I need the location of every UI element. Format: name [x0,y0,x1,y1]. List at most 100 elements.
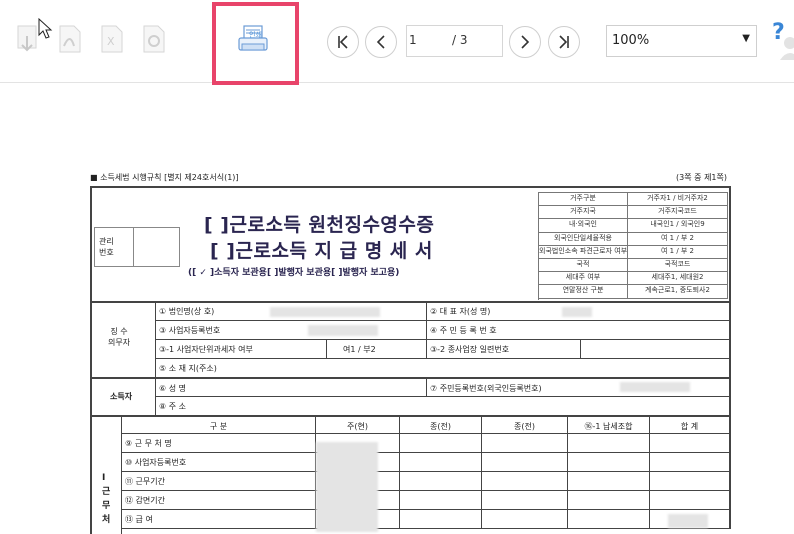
table-cell [482,434,568,453]
page-indicator[interactable]: 1 / 3 [406,25,503,57]
table-header-label: 주(현) [347,422,368,431]
table-row-label: ⑩ 사업자등록번호 [125,458,187,467]
resident-info-label: 세대주 여부 [539,272,628,286]
chevron-right-icon [521,35,530,49]
table-cell [482,472,568,491]
table-cell [568,472,650,491]
table-header-cell: 합 계 [650,416,731,434]
resident-no-cell: ④ 주 민 등 록 번 호 [427,321,731,340]
table-cell [400,453,482,472]
resident-info-value: 여 1 / 부 2 [628,232,728,246]
mgmt-number-label: 관리 번호 [99,237,114,257]
page-of-pages: (3쪽 중 제1쪽) [676,173,727,182]
table-row-label: ⑨ 근 무 처 명 [125,439,172,448]
earner-label-cell: 소득자 [90,378,156,416]
earner-id-label: ⑦ 주민등록번호(외국인등록번호) [430,384,542,393]
table-header-label: 종(전) [514,422,535,431]
resident-info-value: 여 1 / 부 2 [628,245,728,259]
earner-address-cell: ⑧ 주 소 [156,397,731,416]
viewer-toolbar: X 인쇄 1 / 3 100% ▼ ? [0,0,794,85]
table-row-label: ⑪ 근무기간 [125,477,165,486]
earner-id-redacted [620,382,690,392]
table-cell [482,510,568,529]
pdf-icon[interactable] [56,22,86,60]
last-page-icon [559,35,569,49]
withholder-label: 징 수 의무자 [108,327,131,347]
hwp-icon[interactable] [140,22,170,60]
table-row-label-cell: ⑪ 근무기간 [122,472,316,491]
resident-info-label: 외국법인소속 파견근로자 여부 [539,245,628,259]
earner-label: 소득자 [110,392,133,401]
chevron-left-icon [376,35,385,49]
resident-info-value: 거주지국코드 [628,206,728,220]
earner-address-label: ⑧ 주 소 [159,402,186,411]
current-page-input[interactable]: 1 [409,33,417,47]
zoom-select[interactable]: 100% ▼ [606,25,757,57]
excel-icon[interactable]: X [98,22,128,60]
table-cell [482,453,568,472]
table-cell [400,472,482,491]
zoom-value: 100% [612,33,650,48]
table-header-cell: 구 분 [122,416,316,434]
corp-name-label: ① 법인명(상 호) [159,307,215,316]
unit-tax-cell: ③-1 사업자단위과세자 여부 [156,340,327,359]
first-page-button[interactable] [327,26,359,58]
earner-name-cell: ⑥ 성 명 [156,378,427,397]
biz-reg-redacted [308,325,378,336]
form-title-1: [ ]근로소득 원천징수영수증 [204,214,435,236]
branch-serial-value-cell [581,340,731,359]
resident-info-value: 내국인1 / 외국인9 [628,219,728,233]
copy-type-selector: ([ ✓ ]소득자 보관용[ ]발행자 보관용[ ]발행자 보고용) [188,268,400,278]
resident-info-label: 거주구분 [539,193,628,207]
resident-info-grid: 거주구분 거주자1 / 비거주자2 거주지국 거주지국코드 내·외국인 내국인1 / 외국… [538,192,728,300]
ceo-name-label: ② 대 표 자(성 명) [430,307,491,316]
document-page: ■ 소득세법 시행규칙 [별지 제24호서식(1)] (3쪽 중 제1쪽) 관리… [90,170,731,534]
unit-tax-label: ③-1 사업자단위과세자 여부 [159,345,253,354]
user-icon[interactable] [778,34,794,64]
corp-name-redacted [270,307,380,317]
print-highlight-box [212,2,299,85]
svg-text:X: X [107,35,115,48]
form-title-2: [ ]근로소득 지 급 명 세 서 [210,240,433,262]
resident-info-value: 국적코드 [628,259,728,273]
resident-info-label: 국적 [539,259,628,273]
table-header-cell: 종(전) [482,416,568,434]
dropdown-arrow-icon: ▼ [742,33,750,44]
table-row-label-cell: ⑨ 근 무 처 명 [122,434,316,453]
resident-info-label: 외국인단일세율적용 [539,232,628,246]
next-page-button[interactable] [509,26,541,58]
resident-info-value: 세대주1, 세대원2 [628,272,728,286]
table-row-label: ⑫ 감면기간 [125,496,165,505]
table-header-label: 종(전) [430,422,451,431]
table-cell [650,491,731,510]
ceo-name-redacted [562,307,592,317]
table-cell [568,491,650,510]
table-header-label: 합 계 [680,422,699,431]
table-cell [400,510,482,529]
branch-serial-cell: ③-2 종사업장 일련번호 [427,340,581,359]
table-header-label: ⑯-1 납세조합 [584,422,633,431]
first-page-icon [338,35,348,49]
table-header-cell: 종(전) [400,416,482,434]
table-row-label-cell: ⑩ 사업자등록번호 [122,453,316,472]
resident-no-label: ④ 주 민 등 록 번 호 [430,326,497,335]
last-page-button[interactable] [548,26,580,58]
workplace-section-cell: Ⅰ 근 무 처 [90,416,122,534]
table-row-label: ⑬ 급 여 [125,515,153,524]
table-cell [568,453,650,472]
table-cell [650,434,731,453]
withholder-label-cell: 징 수 의무자 [90,302,156,378]
table-row-label-cell: ⑫ 감면기간 [122,491,316,510]
resident-info-label: 거주지국 [539,206,628,220]
mouse-cursor-icon [38,17,54,46]
table-cell [400,491,482,510]
unit-tax-value: 여1 / 부2 [343,345,376,354]
biz-reg-cell: ③ 사업자등록번호 [156,321,427,340]
resident-info-value: 계속근로1, 중도퇴사2 [628,285,728,299]
resident-info-label: 내·외국인 [539,219,628,233]
table-header-label: 구 분 [209,422,228,431]
table-header-cell: ⑯-1 납세조합 [568,416,650,434]
form-reference: ■ 소득세법 시행규칙 [별지 제24호서식(1)] [90,173,239,182]
total-redacted [668,514,708,528]
prev-page-button[interactable] [365,26,397,58]
